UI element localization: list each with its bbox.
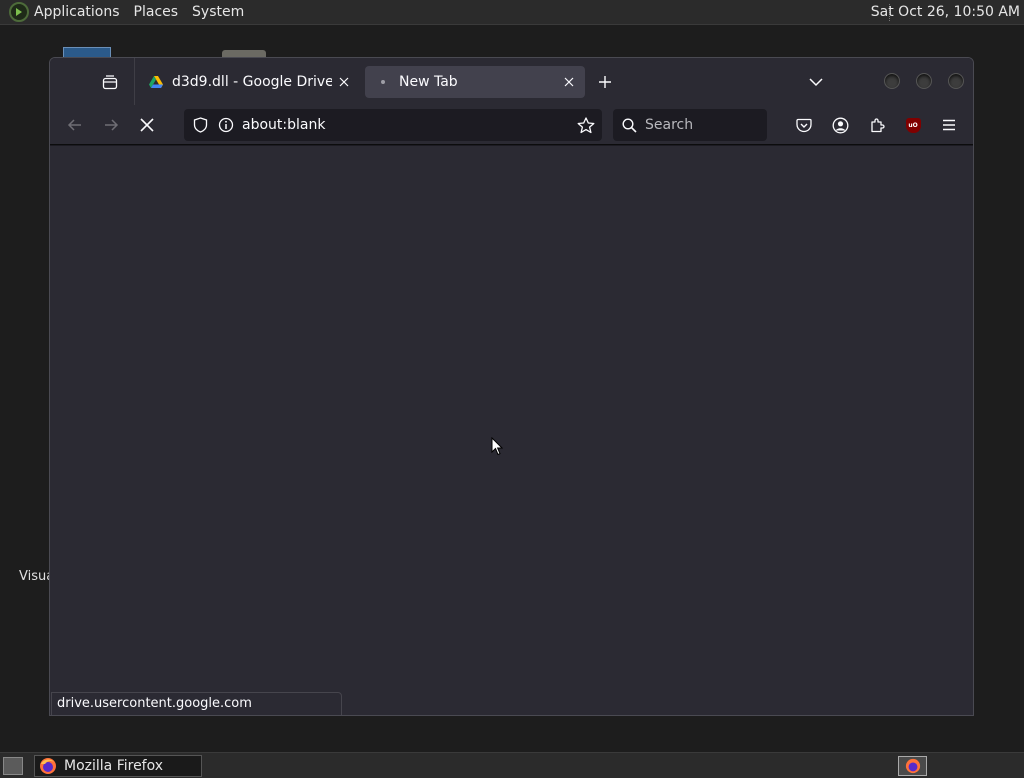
- page-content[interactable]: [50, 146, 973, 715]
- tab-title: d3d9.dll - Google Drive: [172, 74, 332, 90]
- close-icon: [564, 77, 574, 87]
- info-icon[interactable]: [216, 115, 236, 135]
- shield-icon[interactable]: [190, 115, 210, 135]
- firefox-icon: [905, 758, 920, 774]
- minimize-button[interactable]: [884, 73, 900, 89]
- tab-close-button[interactable]: [332, 70, 356, 94]
- pocket-button[interactable]: [792, 113, 816, 137]
- menu-places[interactable]: Places: [134, 4, 179, 20]
- pocket-icon: [796, 118, 812, 132]
- forward-arrow-icon: [105, 119, 119, 131]
- search-bar[interactable]: Search: [613, 109, 767, 141]
- bookmark-star-icon[interactable]: [576, 115, 596, 135]
- tab-new-tab[interactable]: New Tab: [365, 66, 585, 98]
- top-panel: Applications Places System Sat Oct 26, 1…: [0, 0, 1024, 25]
- status-panel: drive.usercontent.google.com: [51, 692, 342, 715]
- tab-separator: [134, 58, 135, 105]
- mouse-pointer-icon: [491, 437, 503, 456]
- puzzle-icon: [871, 118, 885, 133]
- ublock-origin-button[interactable]: uO: [901, 113, 925, 137]
- loading-dot-icon: [375, 74, 391, 90]
- menu-system[interactable]: System: [192, 4, 244, 20]
- tab-close-button[interactable]: [557, 70, 581, 94]
- close-icon: [339, 77, 349, 87]
- extensions-button[interactable]: [865, 113, 889, 137]
- back-arrow-icon: [67, 119, 81, 131]
- menu-button[interactable]: [937, 113, 961, 137]
- taskbar-item-label: Mozilla Firefox: [64, 758, 164, 774]
- plus-icon: [599, 76, 611, 88]
- back-button[interactable]: [63, 113, 87, 137]
- stop-button[interactable]: [135, 113, 159, 137]
- workspace-switcher[interactable]: [898, 756, 927, 776]
- window-close-button[interactable]: [948, 73, 964, 89]
- stop-icon: [140, 118, 154, 132]
- forward-button[interactable]: [99, 113, 123, 137]
- search-placeholder: Search: [645, 117, 694, 133]
- firefox-window: d3d9.dll - Google Drive New Tab about:bl…: [49, 57, 974, 716]
- new-tab-button[interactable]: [594, 71, 616, 93]
- taskbar-item-firefox[interactable]: Mozilla Firefox: [34, 755, 202, 777]
- account-button[interactable]: [828, 113, 852, 137]
- list-all-tabs-button[interactable]: [805, 71, 827, 93]
- maximize-button[interactable]: [916, 73, 932, 89]
- google-drive-icon: [148, 74, 164, 90]
- show-desktop-icon[interactable]: [3, 757, 23, 775]
- nav-bar: about:blank Search uO: [50, 105, 973, 145]
- ublock-origin-icon: uO: [905, 117, 921, 133]
- account-icon: [832, 117, 848, 133]
- firefox-icon: [40, 758, 56, 774]
- url-bar[interactable]: about:blank: [184, 109, 602, 141]
- url-text[interactable]: about:blank: [242, 117, 576, 133]
- chevron-down-icon: [809, 77, 823, 86]
- clock[interactable]: Sat Oct 26, 10:50 AM: [871, 4, 1020, 20]
- menu-logo-icon[interactable]: [9, 2, 29, 22]
- bottom-panel: Mozilla Firefox: [0, 752, 1024, 778]
- tab-bar: d3d9.dll - Google Drive New Tab: [50, 58, 973, 105]
- firefox-view-icon: [102, 75, 118, 90]
- search-icon: [619, 115, 639, 135]
- hamburger-menu-icon: [943, 119, 955, 131]
- firefox-view-button[interactable]: [99, 71, 121, 93]
- tab-title: New Tab: [399, 74, 458, 90]
- tab-google-drive[interactable]: d3d9.dll - Google Drive: [138, 66, 360, 98]
- menu-applications[interactable]: Applications: [34, 4, 120, 20]
